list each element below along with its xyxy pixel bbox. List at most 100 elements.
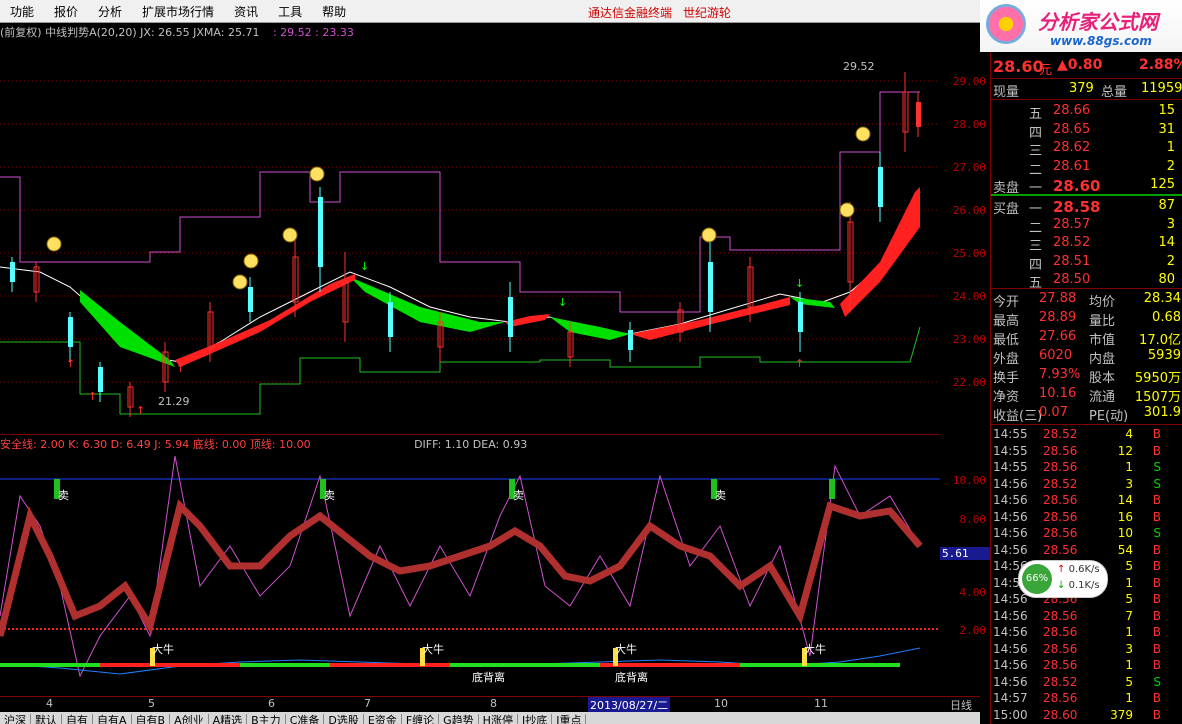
level-volume: 2 [1166,158,1175,174]
price-tick: 27.00 [952,161,986,174]
tab-item[interactable]: 自有B [131,714,171,724]
price-pct: 2.88% [1139,57,1182,73]
menu-item-help[interactable]: 帮助 [312,3,356,20]
level-volume: 3 [1166,216,1175,232]
tab-item[interactable]: J重点 [552,714,587,724]
price-tick: 25.00 [952,247,986,260]
price-tick: 29.00 [952,75,986,88]
stat-row: 外盘 6020 内盘 5939 [991,347,1182,367]
stat-label: 最低 [993,333,1020,348]
date-tick: 5 [148,697,155,710]
total-value: 11959 [1141,81,1182,96]
tab-item[interactable]: H涨停 [478,714,518,724]
current-price: 28.60 [993,57,1044,76]
tab-item[interactable]: E资金 [363,714,402,724]
buy-label: 大牛 [152,642,174,656]
buy-level: 一 28.58 87 [991,197,1182,217]
sell-label: 卖 [715,489,726,502]
upper-band-line [0,91,920,313]
tick-side: S [1153,674,1161,689]
oscillator-chart[interactable]: 大牛 大牛 大牛 大牛 卖 卖 卖 卖 底背离 底背离 [0,436,940,696]
stat-label: 换手 [993,371,1020,386]
tick-side: B [1152,542,1161,557]
download-value: 0.1K/s [1068,580,1100,591]
tick-time: 14:56 [993,641,1028,656]
pane-divider [0,434,940,435]
tick-time: 14:56 [993,592,1028,606]
tab-item[interactable]: I抄底 [517,714,553,724]
tab-item[interactable]: B主力 [247,714,286,724]
tick-price: 28.56 [1043,658,1078,672]
tab-item[interactable]: F缠论 [401,714,440,724]
window-buttons[interactable] [938,0,980,22]
tick-volume: 16 [1117,509,1133,524]
period-label[interactable]: 日线 [950,697,972,713]
macd-line [0,647,921,675]
tab-item[interactable]: A精选 [208,714,248,724]
tab-item[interactable]: G趋势 [439,714,479,724]
menu-item-analysis[interactable]: 分析 [88,3,132,20]
osc-tick: 10.00 [952,474,986,487]
level-volume: 31 [1158,121,1175,137]
tick-side: B [1152,559,1161,573]
tick-volume: 1 [1125,575,1133,590]
price-tick: 22.00 [952,376,986,389]
osc-tick: 4.00 [959,586,987,599]
upload-value: 0.6K/s [1068,564,1100,575]
stat-label: 最高 [993,314,1020,329]
tick-volume: 1 [1125,658,1133,672]
tick-row: 14:56 28.52 3 S [991,476,1182,492]
buy-label: 大牛 [804,642,826,656]
svg-text:↑: ↑ [66,357,75,370]
price-tick: 26.00 [952,204,986,217]
buy-label: 大牛 [615,642,637,656]
tick-row: 14:57 28.56 1 B [991,690,1182,706]
tab-item[interactable]: 沪深 [0,714,31,724]
tab-item[interactable]: A创业 [170,714,209,724]
stat-label: 今开 [993,295,1020,310]
divider [991,78,1182,79]
svg-text:↑: ↑ [88,390,97,403]
tab-item[interactable]: 自有 [62,714,93,724]
level-label: 四 [1029,125,1043,141]
menu-item-func[interactable]: 功能 [0,3,44,20]
divergence-label: 底背离 [472,670,505,684]
menu-item-tools[interactable]: 工具 [268,3,312,20]
net-speed-widget[interactable]: 66% ↑ 0.6K/s ↓ 0.1K/s [1018,560,1108,598]
tab-item[interactable]: C准备 [285,714,325,724]
price-chart[interactable]: ↑ ↑ ↑ ↑ ↓ ↓ ↓ ↑ 29.52 21.29 [0,22,940,434]
level-volume: 14 [1158,235,1175,250]
ad-link-terminal[interactable]: 通达信金融终端 [588,4,672,21]
stat-row: 最高 28.89 量比 0.68 [991,309,1182,329]
tick-volume: 1 [1125,460,1133,474]
stat-label: 市值 [1089,333,1116,348]
k-line [0,455,921,678]
tick-volume: 5 [1125,674,1133,689]
menu-item-quote[interactable]: 报价 [44,3,88,20]
tick-time: 14:56 [993,608,1028,623]
tick-side: S [1153,526,1161,540]
flower-logo-icon [986,4,1026,44]
tick-time: 14:56 [993,509,1028,524]
stat-label: 量比 [1089,314,1116,329]
level-label: 四 [1029,257,1043,273]
menu-item-news[interactable]: 资讯 [224,3,268,20]
tick-side: B [1152,443,1161,458]
stat-row: 收益(三) 0.07 PE(动) 301.9 [991,404,1182,424]
menu-item-ext[interactable]: 扩展市场行情 [132,3,224,20]
divider [991,424,1182,425]
down-arrow-icon: ↓ [1057,580,1066,591]
tab-item[interactable]: 自有A [93,714,132,724]
tab-item[interactable]: D选股 [324,714,364,724]
price-unit: 元 [1039,63,1053,78]
tick-side: B [1152,707,1161,722]
svg-text:↓: ↓ [795,277,804,290]
level-price: 28.57 [1053,216,1091,232]
tab-item[interactable]: 默认 [31,714,62,724]
osc-tick: 2.00 [959,624,987,637]
ad-link-stock[interactable]: 世纪游轮 [683,4,731,21]
tick-side: B [1152,493,1161,507]
tick-volume: 3 [1125,476,1133,491]
stat-row: 换手 7.93% 股本 5950万 [991,366,1182,386]
tick-volume: 14 [1117,493,1133,507]
